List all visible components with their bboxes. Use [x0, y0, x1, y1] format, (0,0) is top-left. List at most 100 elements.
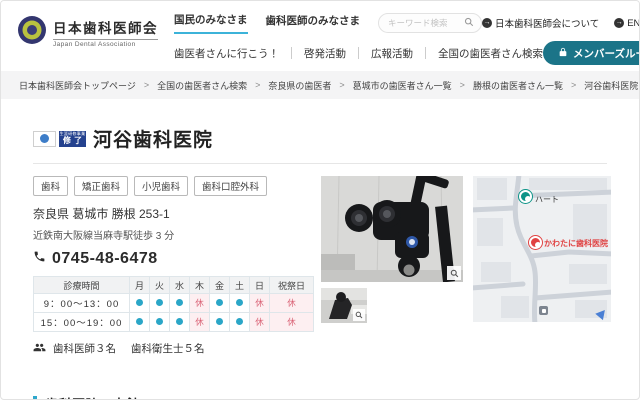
- open-dot-icon: [136, 318, 143, 325]
- breadcrumb-item-3[interactable]: 葛城市の歯医者さん一覧: [353, 79, 452, 92]
- breadcrumb-separator: >: [144, 80, 149, 90]
- nav-item-1[interactable]: 啓発活動: [304, 46, 346, 61]
- breadcrumb-item-5: 河谷歯科医院: [584, 79, 638, 92]
- schedule-header-cell-5: 金: [210, 277, 230, 294]
- department-tags: 歯科矯正歯科小児歯科歯科口腔外科: [33, 176, 311, 196]
- schedule-header-cell-7: 日: [250, 277, 270, 294]
- section-accent-bar: [33, 396, 37, 400]
- title-divider: [33, 163, 607, 164]
- page: 日本歯科医師会 Japan Dental Association 国民のみなさま…: [0, 0, 640, 400]
- department-tag-0: 歯科: [33, 176, 68, 196]
- emblem-circle-icon: [40, 134, 49, 143]
- header-tab-0[interactable]: 国民のみなさま: [174, 12, 248, 34]
- open-dot-icon: [236, 318, 243, 325]
- utility-link-1[interactable]: →ENGLISH: [614, 18, 640, 29]
- policy-section: 歯科医院の方針: [1, 394, 639, 400]
- nav-separator: [291, 47, 292, 59]
- schedule-time-1: 15：00～19：00: [34, 313, 130, 332]
- schedule-row-1: 15：00～19：00休休休: [34, 313, 314, 332]
- people-icon: [33, 342, 46, 356]
- utility-link-label: 日本歯科医師会について: [495, 16, 599, 30]
- schedule-header-cell-1: 月: [130, 277, 150, 294]
- badge-large-text: 修了: [60, 137, 85, 145]
- schedule-cell-open: [130, 313, 150, 332]
- schedule-header-cell-4: 木: [190, 277, 210, 294]
- staff-info: 歯科医師３名歯科衛生士５名: [33, 341, 311, 356]
- schedule-cell-open: [150, 294, 170, 313]
- clinic-title-row: 生涯研修事業 修了 河谷歯科医院: [33, 125, 607, 152]
- open-dot-icon: [156, 318, 163, 325]
- jda-emblem-icon: [17, 15, 47, 50]
- microscope-photo: [321, 176, 463, 282]
- department-tag-3: 歯科口腔外科: [194, 176, 267, 196]
- open-dot-icon: [216, 318, 223, 325]
- utility-link-0[interactable]: →日本歯科医師会について: [482, 16, 599, 30]
- open-dot-icon: [216, 299, 223, 306]
- breadcrumb-item-4[interactable]: 勝根の歯医者さん一覧: [473, 79, 563, 92]
- location-map[interactable]: ハート かわたに歯科医院: [473, 176, 611, 322]
- schedule-cell-open: [210, 294, 230, 313]
- photo-zoom-icon[interactable]: [447, 266, 461, 280]
- schedule-header-cell-2: 火: [150, 277, 170, 294]
- schedule-body: 9：00～13：00休休休15：00～19：00休休休: [34, 294, 314, 332]
- staff-count-1: 歯科衛生士５名: [131, 341, 205, 356]
- map-destination-label[interactable]: かわたに歯科医院: [544, 238, 608, 249]
- members-room-button[interactable]: メンバーズルーム: [543, 41, 640, 65]
- clinic-phone: 0745-48-6478: [33, 250, 311, 268]
- nav-item-0[interactable]: 歯医者さんに行こう！: [174, 46, 279, 61]
- schedule-time-0: 9：00～13：00: [34, 294, 130, 313]
- staff-count-0: 歯科医師３名: [53, 341, 116, 356]
- schedule-cell-closed: 休: [190, 294, 210, 313]
- schedule-cell-open: [170, 313, 190, 332]
- breadcrumb-separator: >: [255, 80, 260, 90]
- header-nav-row: 歯医者さんに行こう！啓発活動広報活動全国の歯医者さん検索 メンバーズルーム: [174, 41, 623, 65]
- site-logo[interactable]: 日本歯科医師会 Japan Dental Association: [17, 15, 158, 50]
- jda-emblem-badge: [33, 131, 56, 147]
- search-icon[interactable]: [464, 14, 474, 32]
- header-top-row: 国民のみなさま歯科医師のみなさま →日本歯科医師会について→ENGLISH: [174, 10, 623, 36]
- header-tab-1[interactable]: 歯科医師のみなさま: [266, 13, 361, 33]
- lock-icon: [558, 47, 568, 60]
- clinic-access: 近鉄南大阪線当麻寺駅徒歩 3 分: [33, 227, 311, 242]
- keyword-search-box[interactable]: [378, 13, 482, 33]
- nav-separator: [358, 47, 359, 59]
- schedule-cell-open: [230, 313, 250, 332]
- clinic-detail-columns: 歯科矯正歯科小児歯科歯科口腔外科 奈良県 葛城市 勝根 253-1 近鉄南大阪線…: [33, 176, 607, 356]
- schedule-cell-closed: 休: [250, 313, 270, 332]
- schedule-header-cell-8: 祝祭日: [270, 277, 314, 294]
- breadcrumb-item-2[interactable]: 奈良県の歯医者: [268, 79, 331, 92]
- clinic-photo-main[interactable]: [321, 176, 463, 282]
- utility-links: →日本歯科医師会について→ENGLISH: [482, 16, 640, 30]
- map-destination-marker-icon[interactable]: [529, 236, 542, 249]
- map-place-marker-icon[interactable]: [519, 190, 532, 203]
- training-certificate-badge: 生涯研修事業 修了: [59, 131, 86, 147]
- main-content: 生涯研修事業 修了 河谷歯科医院 歯科矯正歯科小児歯科歯科口腔外科 奈良県 葛城…: [1, 125, 639, 356]
- nav-item-2[interactable]: 広報活動: [371, 46, 413, 61]
- schedule-cell-closed: 休: [270, 313, 314, 332]
- map-place-label[interactable]: ハート: [535, 194, 559, 205]
- breadcrumb-separator: >: [571, 80, 576, 90]
- clinic-photo-thumbnail[interactable]: [321, 288, 367, 323]
- schedule-header-row: 診療時間月火水木金土日祝祭日: [34, 277, 314, 294]
- thumbnail-zoom-icon[interactable]: [353, 309, 365, 321]
- members-room-label: メンバーズルーム: [573, 46, 640, 61]
- schedule-cell-open: [210, 313, 230, 332]
- utility-link-label: ENGLISH: [627, 18, 640, 29]
- circle-arrow-icon: →: [614, 18, 624, 28]
- search-input[interactable]: [386, 17, 464, 29]
- schedule-header-cell-0: 診療時間: [34, 277, 130, 294]
- clinic-photos-column: [321, 176, 463, 356]
- circle-arrow-icon: →: [482, 18, 492, 28]
- breadcrumb-item-1[interactable]: 全国の歯医者さん検索: [157, 79, 247, 92]
- clinic-info-column: 歯科矯正歯科小児歯科歯科口腔外科 奈良県 葛城市 勝根 253-1 近鉄南大阪線…: [33, 176, 311, 356]
- policy-section-title: 歯科医院の方針: [45, 394, 140, 400]
- schedule-cell-closed: 休: [250, 294, 270, 313]
- breadcrumb-item-0[interactable]: 日本歯科医師会トップページ: [19, 79, 136, 92]
- schedule-cell-open: [150, 313, 170, 332]
- bus-stop-icon: [539, 306, 548, 315]
- department-tag-1: 矯正歯科: [74, 176, 128, 196]
- department-tag-2: 小児歯科: [134, 176, 188, 196]
- nav-item-3[interactable]: 全国の歯医者さん検索: [438, 46, 543, 61]
- clinic-name: 河谷歯科医院: [93, 125, 213, 152]
- schedule-header-cell-6: 土: [230, 277, 250, 294]
